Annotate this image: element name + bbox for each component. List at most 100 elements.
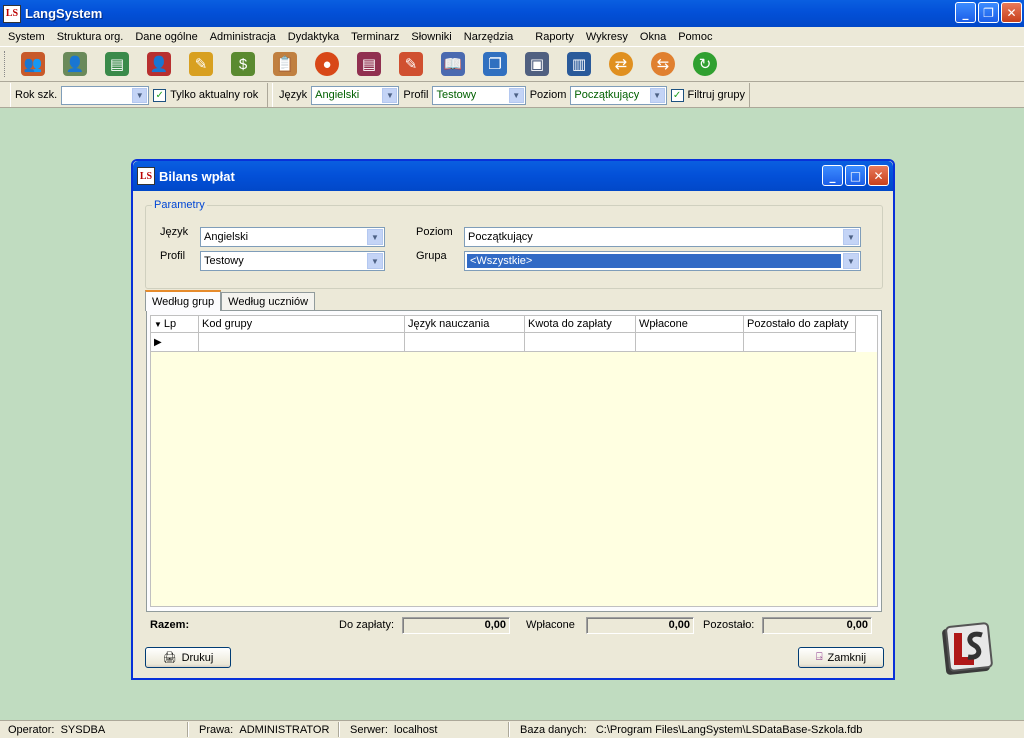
recycle-icon[interactable]: ↻ (684, 48, 726, 80)
menu-struktura[interactable]: Struktura org. (51, 31, 130, 43)
dlg-grupa-label: Grupa (416, 250, 447, 262)
menu-dane-ogolne[interactable]: Dane ogólne (129, 31, 203, 43)
dlg-poziom-combo[interactable]: Początkujący ▼ (464, 227, 861, 247)
dlg-grupa-combo[interactable]: <Wszystkie> ▼ (464, 251, 861, 271)
chevron-down-icon[interactable]: ▼ (843, 229, 859, 245)
menu-terminarz[interactable]: Terminarz (345, 31, 405, 43)
filter-bar: Rok szk. ▼ ✓ Tylko aktualny rok Język An… (0, 82, 1024, 108)
col-kwota[interactable]: Kwota do zapłaty (525, 316, 636, 333)
jezyk-combo[interactable]: Angielski ▼ (311, 85, 400, 105)
wplacone-value: 0,00 (586, 616, 694, 634)
person-red-icon[interactable]: 👤 (138, 48, 180, 80)
chevron-down-icon[interactable]: ▼ (367, 253, 383, 269)
baza-label: Baza danych: (520, 724, 587, 736)
close-button[interactable]: ✕ (1001, 2, 1022, 23)
money-bag-icon[interactable]: $ (222, 48, 264, 80)
certificate-icon[interactable]: ✎ (180, 48, 222, 80)
app-titlebar: LS LangSystem _ ❐ ✕ (0, 0, 1024, 27)
menu-wykresy[interactable]: Wykresy (580, 31, 634, 43)
chevron-down-icon[interactable]: ▼ (132, 87, 148, 103)
filtruj-checkbox[interactable]: ✓ (670, 88, 684, 102)
dialog-maximize-button[interactable]: □ (845, 165, 866, 186)
chevron-down-icon[interactable]: ▼ (649, 87, 665, 103)
chevron-down-icon[interactable]: ▼ (843, 253, 859, 269)
notebook-icon[interactable]: ✎ (390, 48, 432, 80)
menu-slowniki[interactable]: Słowniki (405, 31, 457, 43)
row-kod-grupy[interactable] (199, 333, 405, 352)
status-operator: Operator: SYSDBA (0, 723, 105, 737)
chevron-down-icon[interactable]: ▼ (367, 229, 383, 245)
record-icon[interactable]: ● (306, 48, 348, 80)
printer-icon: 🖨 (162, 652, 177, 664)
dialog-minimize-button[interactable]: _ (822, 165, 843, 186)
grid-header: ▼ Lp Kod grupy Język nauczania Kwota do z… (151, 316, 877, 333)
status-baza: Baza danych: C:\Program Files\LangSystem… (512, 723, 862, 737)
dlg-profil-combo[interactable]: Testowy ▼ (200, 251, 385, 271)
col-pozostalo[interactable]: Pozostało do zapłaty (744, 316, 856, 333)
teacher-icon[interactable]: 👤 (54, 48, 96, 80)
baza-value: C:\Program Files\LangSystem\LSDataBase-S… (595, 724, 863, 736)
params-legend: Parametry (154, 199, 205, 211)
profil-combo[interactable]: Testowy ▼ (432, 85, 526, 105)
col-kod-grupy[interactable]: Kod grupy (199, 316, 405, 333)
poziom-combo[interactable]: Początkujący ▼ (570, 85, 667, 105)
dlg-jezyk-value: Angielski (204, 231, 249, 243)
menu-administracja[interactable]: Administracja (204, 31, 282, 43)
rok-combo[interactable]: ▼ (61, 85, 150, 105)
row-lp-cell[interactable]: ▶ (151, 333, 199, 352)
people-icon[interactable]: 👥 (12, 48, 54, 80)
menu-dydaktyka[interactable]: Dydaktyka (282, 31, 345, 43)
tab-wedlug-grup[interactable]: Według grup (145, 290, 222, 311)
refresh-right-icon[interactable]: ⇆ (642, 48, 684, 80)
col-lp-label: Lp (163, 318, 177, 330)
clipboard-icon[interactable]: 📋 (264, 48, 306, 80)
menu-system[interactable]: System (2, 31, 51, 43)
col-jezyk[interactable]: Język nauczania (405, 316, 525, 333)
zamknij-label: Zamknij (827, 651, 867, 664)
open-book-icon[interactable]: 📖 (432, 48, 474, 80)
tab-strip: Według grup Według uczniów (145, 290, 316, 311)
books-icon[interactable]: ▤ (96, 48, 138, 80)
zamknij-button[interactable]: ⍈ Zamknij (798, 647, 884, 668)
windows-icon[interactable]: ▣ (516, 48, 558, 80)
status-separator (338, 722, 340, 737)
dialog-titlebar: LS Bilans wpłat _ □ ✕ (133, 161, 893, 191)
params-group: Parametry Język Angielski ▼ Profil Testo… (145, 199, 883, 289)
dlg-grupa-value: <Wszystkie> (467, 254, 841, 268)
print-button[interactable]: 🖨 Drukuj (145, 647, 231, 668)
status-bar: Operator: SYSDBA Prawa: ADMINISTRATOR Se… (0, 720, 1024, 738)
menu-pomoc[interactable]: Pomoc (672, 31, 718, 43)
profil-value: Testowy (436, 89, 477, 101)
row-kwota[interactable] (525, 333, 636, 352)
tab-wedlug-uczniow[interactable]: Według uczniów (221, 292, 316, 311)
dlg-jezyk-combo[interactable]: Angielski ▼ (200, 227, 385, 247)
data-grid[interactable]: ▼ Lp Kod grupy Język nauczania Kwota do z… (150, 315, 878, 607)
pozostalo-label: Pozostało: (703, 619, 755, 631)
menu-okna[interactable]: Okna (634, 31, 672, 43)
minimize-button[interactable]: _ (955, 2, 976, 23)
refresh-left-icon[interactable]: ⇄ (600, 48, 642, 80)
row-pozostalo[interactable] (744, 333, 856, 352)
col-wplacone[interactable]: Wpłacone (636, 316, 744, 333)
dlg-profil-value: Testowy (204, 255, 244, 267)
menu-narzedzia[interactable]: Narzędzia (458, 31, 520, 43)
dlg-poziom-label: Poziom (416, 226, 453, 238)
jezyk-label: Język (279, 89, 308, 101)
operator-label: Operator: (8, 724, 55, 736)
dialog-close-button[interactable]: ✕ (868, 165, 889, 186)
col-lp[interactable]: ▼ Lp (151, 316, 199, 333)
rok-label: Rok szk. (15, 89, 58, 101)
table-row[interactable]: ▶ (151, 333, 877, 352)
stack-books-icon[interactable]: ▤ (348, 48, 390, 80)
chevron-down-icon[interactable]: ▼ (508, 87, 524, 103)
menu-raporty[interactable]: Raporty (529, 31, 580, 43)
row-jezyk[interactable] (405, 333, 525, 352)
aktualny-checkbox[interactable]: ✓ (153, 88, 167, 102)
restore-button[interactable]: ❐ (978, 2, 999, 23)
exit-door-icon: ⍈ (815, 651, 823, 663)
copy-icon[interactable]: ❐ (474, 48, 516, 80)
columns-icon[interactable]: ▥ (558, 48, 600, 80)
row-wplacone[interactable] (636, 333, 744, 352)
toolbar-grip[interactable] (4, 51, 7, 77)
chevron-down-icon[interactable]: ▼ (382, 87, 398, 103)
